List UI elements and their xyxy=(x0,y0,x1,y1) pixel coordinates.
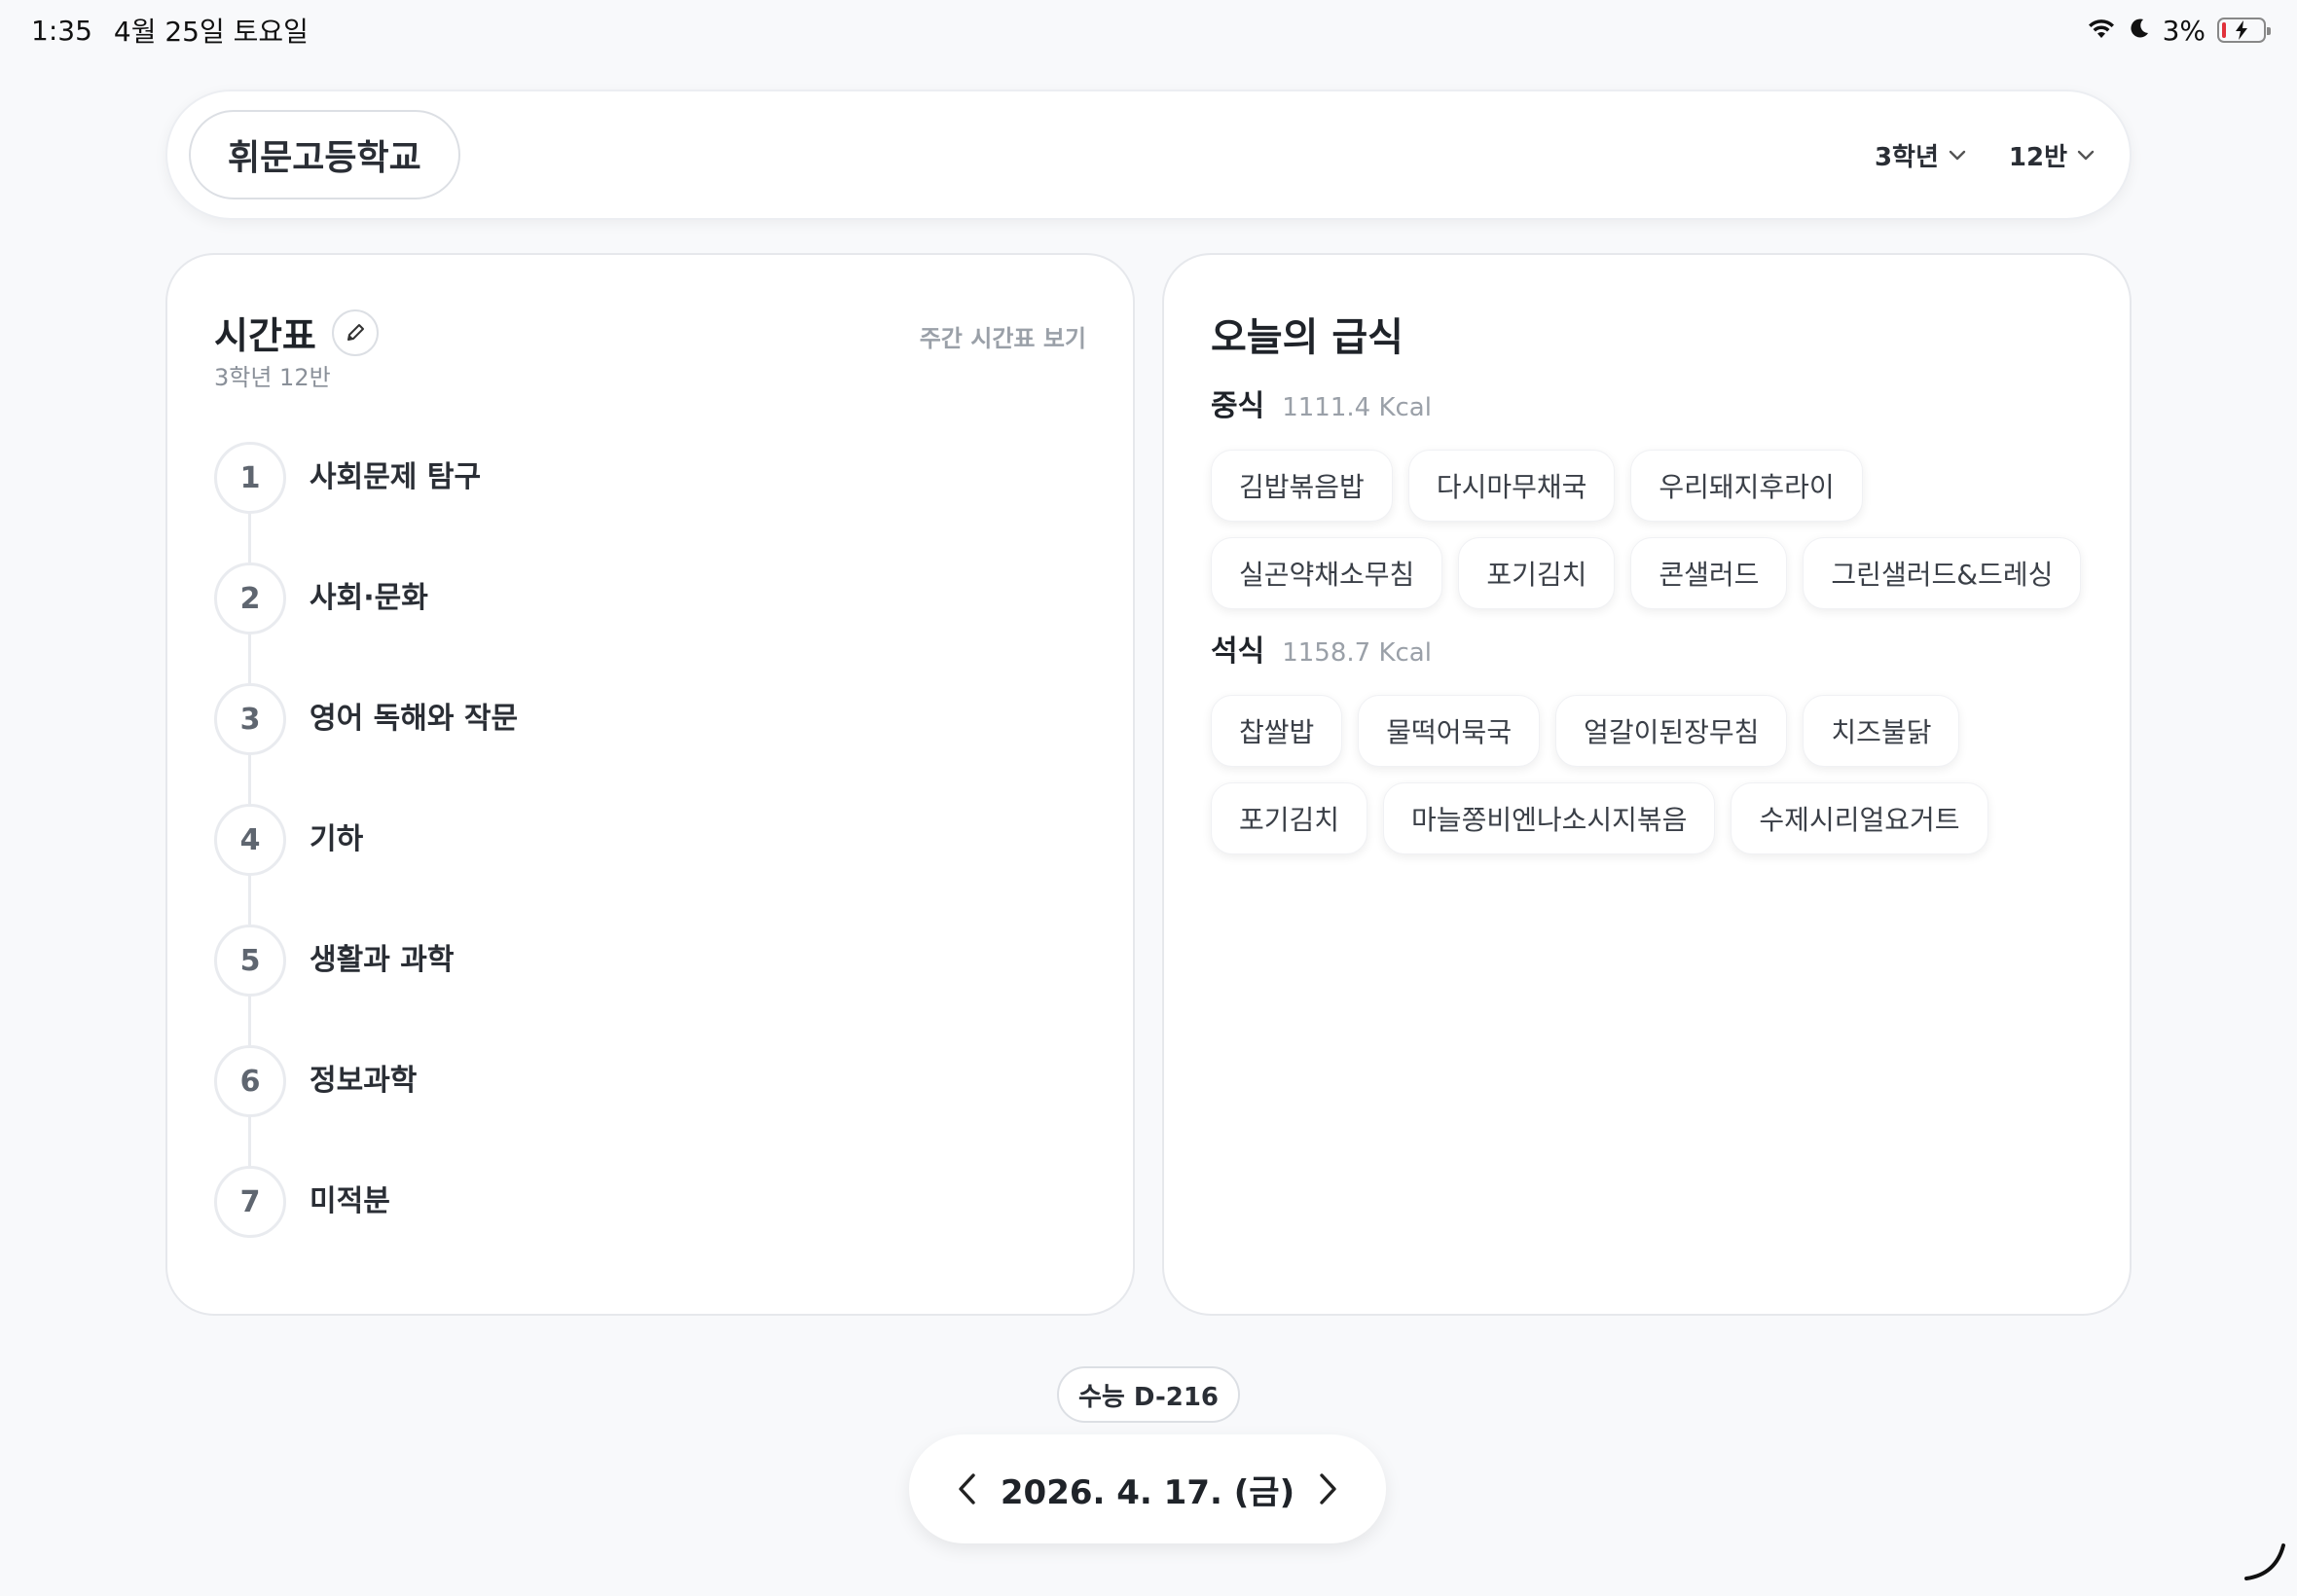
school-header: 휘문고등학교 3학년 12반 xyxy=(165,90,2132,220)
period-connector xyxy=(248,1117,251,1166)
lunch-kcal: 1111.4 Kcal xyxy=(1282,393,1432,422)
period-subject: 기하 xyxy=(310,822,364,856)
meal-card: 오늘의 급식 중식 1111.4 Kcal 김밥볶음밥 다시마무채국 우리돼지후… xyxy=(1162,253,2132,1316)
grade-select[interactable]: 3학년 xyxy=(1875,137,1966,173)
menu-item-chip: 우리돼지후라이 xyxy=(1630,450,1863,522)
menu-item-chip: 마늘쫑비엔나소시지볶음 xyxy=(1383,782,1716,854)
menu-item-chip: 그린샐러드&드레싱 xyxy=(1803,537,2082,609)
pencil-icon xyxy=(346,323,364,341)
status-bar: 1:35 4월 25일 토요일 3% xyxy=(0,0,2297,60)
dinner-section: 석식 1158.7 Kcal 찹쌀밥 물떡어묵국 얼갈이된장무침 치즈불닭 포기… xyxy=(1211,627,2106,854)
moon-icon xyxy=(2128,15,2151,47)
edit-timetable-button[interactable] xyxy=(331,308,379,356)
status-date: 4월 25일 토요일 xyxy=(113,16,309,48)
timetable-card: 시간표 3학년 12반 주간 시간표 보기 1 사회문제 탐구 2 사회·문화 … xyxy=(165,253,1135,1316)
period-subject: 사회문제 탐구 xyxy=(310,460,482,494)
grade-select-value: 3학년 xyxy=(1874,142,1939,172)
period-item: 3 영어 독해와 작문 xyxy=(214,683,518,804)
menu-item-chip: 얼갈이된장무침 xyxy=(1555,695,1788,767)
status-time: 1:35 xyxy=(31,14,92,47)
previous-day-button[interactable] xyxy=(948,1469,987,1508)
period-subject: 사회·문화 xyxy=(310,581,428,615)
period-number: 1 xyxy=(214,442,286,514)
dinner-label: 석식 xyxy=(1211,635,1265,669)
period-item: 6 정보과학 xyxy=(214,1045,518,1166)
weekly-timetable-link[interactable]: 주간 시간표 보기 xyxy=(920,319,1086,353)
menu-item-chip: 김밥볶음밥 xyxy=(1211,450,1393,522)
timetable-subtitle: 3학년 12반 xyxy=(214,364,331,391)
menu-item-chip: 다시마무채국 xyxy=(1407,450,1616,522)
menu-item-chip: 포기김치 xyxy=(1458,537,1616,609)
period-item: 5 생활과 과학 xyxy=(214,925,518,1045)
resize-handle-icon[interactable] xyxy=(2241,1536,2289,1588)
period-number: 7 xyxy=(214,1166,286,1238)
date-navigator: 2026. 4. 17. (금) xyxy=(909,1434,1386,1543)
wifi-icon xyxy=(2087,15,2116,47)
chevron-left-icon xyxy=(959,1473,975,1505)
period-subject: 미적분 xyxy=(310,1184,390,1218)
period-number: 6 xyxy=(214,1045,286,1117)
period-item: 2 사회·문화 xyxy=(214,562,518,683)
next-day-button[interactable] xyxy=(1308,1469,1347,1508)
period-number: 4 xyxy=(214,804,286,876)
period-connector xyxy=(248,997,251,1045)
menu-item-chip: 찹쌀밥 xyxy=(1211,695,1343,767)
period-connector xyxy=(248,755,251,804)
period-number: 3 xyxy=(214,683,286,755)
menu-item-chip: 콘샐러드 xyxy=(1630,537,1788,609)
period-number: 2 xyxy=(214,562,286,635)
battery-percent: 3% xyxy=(2162,14,2206,47)
period-item: 4 기하 xyxy=(214,804,518,925)
lunch-section: 중식 1111.4 Kcal 김밥볶음밥 다시마무채국 우리돼지후라이 실곤약채… xyxy=(1211,381,2106,609)
class-select-value: 12반 xyxy=(2008,142,2067,172)
dinner-menu-list: 찹쌀밥 물떡어묵국 얼갈이된장무침 치즈불닭 포기김치 마늘쫑비엔나소시지볶음 … xyxy=(1211,695,2106,854)
menu-item-chip: 포기김치 xyxy=(1211,782,1368,854)
menu-item-chip: 실곤약채소무침 xyxy=(1211,537,1443,609)
menu-item-chip: 치즈불닭 xyxy=(1803,695,1960,767)
menu-item-chip: 물떡어묵국 xyxy=(1358,695,1541,767)
period-item: 1 사회문제 탐구 xyxy=(214,442,518,562)
chevron-down-icon xyxy=(2077,150,2095,161)
chevron-down-icon xyxy=(1949,150,1966,161)
period-connector xyxy=(248,514,251,562)
period-subject: 영어 독해와 작문 xyxy=(310,702,519,736)
lunch-menu-list: 김밥볶음밥 다시마무채국 우리돼지후라이 실곤약채소무침 포기김치 콘샐러드 그… xyxy=(1211,450,2106,609)
meal-title: 오늘의 급식 xyxy=(1211,315,1404,360)
dinner-kcal: 1158.7 Kcal xyxy=(1282,638,1432,668)
school-name-button[interactable]: 휘문고등학교 xyxy=(189,110,460,200)
period-number: 5 xyxy=(214,925,286,997)
period-subject: 정보과학 xyxy=(310,1064,418,1098)
period-item: 7 미적분 xyxy=(214,1166,518,1287)
period-connector xyxy=(248,876,251,925)
timetable-title: 시간표 xyxy=(214,314,316,357)
period-list: 1 사회문제 탐구 2 사회·문화 3 영어 독해와 작문 4 기하 5 생활과… xyxy=(214,442,518,1287)
period-connector xyxy=(248,635,251,683)
chevron-right-icon xyxy=(1320,1473,1336,1505)
dday-badge: 수능 D-216 xyxy=(1057,1366,1240,1423)
lunch-label: 중식 xyxy=(1211,389,1265,423)
menu-item-chip: 수제시리얼요거트 xyxy=(1731,782,1988,854)
current-date[interactable]: 2026. 4. 17. (금) xyxy=(1001,1466,1294,1513)
battery-charging-icon xyxy=(2217,18,2271,43)
class-select[interactable]: 12반 xyxy=(2009,137,2095,173)
period-subject: 생활과 과학 xyxy=(310,943,455,977)
